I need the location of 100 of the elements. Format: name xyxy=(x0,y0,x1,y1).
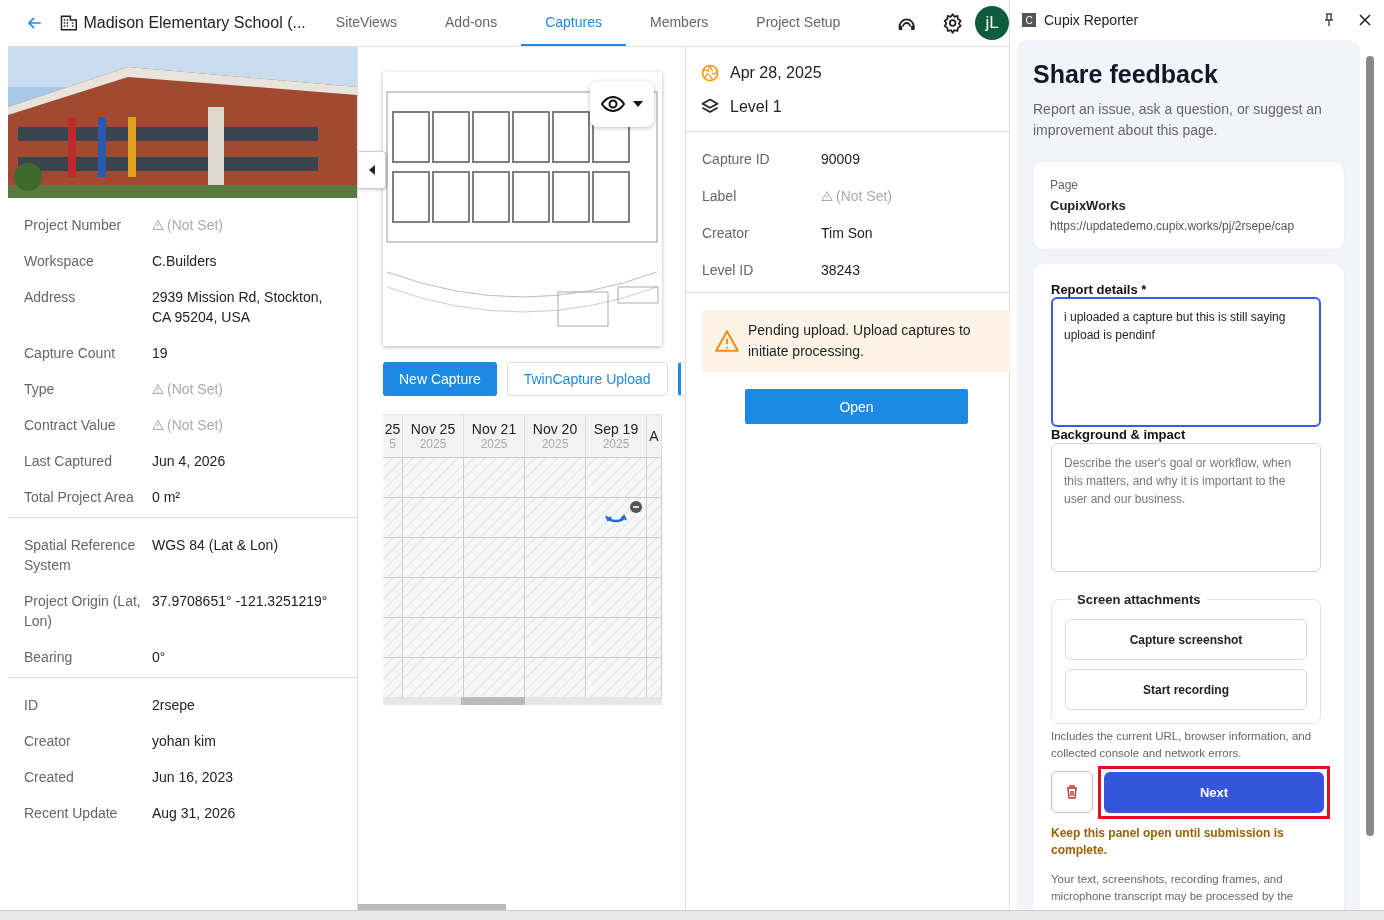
timeline-cell[interactable] xyxy=(464,537,525,577)
timeline-cell[interactable] xyxy=(586,457,647,497)
scrollbar[interactable] xyxy=(383,697,662,705)
timeline-cell[interactable] xyxy=(464,657,525,697)
timeline-cell[interactable] xyxy=(525,497,586,537)
report-details-field[interactable]: i uploaded a capture but this is still saying upload is pendinf xyxy=(1051,297,1321,427)
project-title: Madison Elementary School (... xyxy=(83,13,306,33)
field-label: Contract Value xyxy=(24,416,117,435)
timeline-cell[interactable] xyxy=(647,537,662,577)
date-column-header[interactable]: Nov 21 2025 xyxy=(464,414,525,457)
caret-icon xyxy=(368,165,375,175)
timeline-cell[interactable] xyxy=(586,537,647,577)
field-value: yohan kim xyxy=(152,732,217,751)
building-icon xyxy=(59,13,78,33)
open-button[interactable]: Open xyxy=(745,389,968,424)
capture-button[interactable]: TwinCapture Upload xyxy=(506,362,668,396)
timeline-cell[interactable] xyxy=(403,617,464,657)
field-value: 38243 xyxy=(821,261,861,280)
timeline-cell[interactable] xyxy=(464,457,525,497)
field-label: Type xyxy=(24,380,56,399)
field-label: Project Number xyxy=(24,216,123,235)
field-label: Level ID xyxy=(702,261,755,280)
caret-icon xyxy=(633,101,643,107)
timeline-cell[interactable] xyxy=(383,617,403,657)
field-label: Creator xyxy=(702,224,750,243)
scrollbar[interactable] xyxy=(358,904,506,910)
timeline-cell[interactable] xyxy=(383,657,403,697)
timeline-cell[interactable] xyxy=(383,497,403,537)
field-value: C.Builders xyxy=(152,252,218,271)
timeline-cell[interactable] xyxy=(525,537,586,577)
field-label: Creator xyxy=(24,732,72,751)
date-column-header[interactable]: 25 5 xyxy=(383,414,403,457)
nav-tab[interactable]: Add-ons xyxy=(421,0,522,46)
app-logo: C xyxy=(1022,13,1036,27)
help-text: Includes the current URL, browser information, and collected console and network errors. xyxy=(1051,729,1313,761)
timeline-cell[interactable] xyxy=(464,617,525,657)
field-value: (Not Set) xyxy=(167,380,223,399)
timeline-cell[interactable] xyxy=(647,577,662,617)
user-avatar[interactable]: jL xyxy=(975,6,1009,40)
timeline-cell[interactable] xyxy=(464,497,525,537)
warning-icon xyxy=(152,383,164,395)
timeline-cell[interactable] xyxy=(647,657,662,697)
nav-tab[interactable]: SiteViews xyxy=(311,0,421,46)
nav-tab[interactable]: Members xyxy=(626,0,733,46)
settings-icon[interactable] xyxy=(941,11,963,35)
aperture-icon xyxy=(700,63,720,83)
timeline-cell[interactable] xyxy=(403,657,464,697)
field-label: Last Captured xyxy=(24,452,113,471)
warning-icon xyxy=(714,328,740,354)
field-value: 0 m² xyxy=(152,488,181,507)
timeline-cell[interactable] xyxy=(383,577,403,617)
delete-button[interactable] xyxy=(1051,771,1093,813)
timeline-cell[interactable] xyxy=(525,457,586,497)
privacy-text: Your text, screenshots, recording frames, and microphone transcript may be processed by the xyxy=(1051,872,1295,904)
timeline-cell[interactable] xyxy=(403,577,464,617)
timeline-cell[interactable] xyxy=(403,497,464,537)
field-label: Report details * xyxy=(1051,282,1148,297)
field-value: (Not Set) xyxy=(167,416,223,435)
field-value: WGS 84 (Lat & Lon) xyxy=(152,536,280,555)
page-url: https://updatedemo.cupix.works/pj/2rsepe/cap xyxy=(1050,219,1296,233)
capture-button[interactable]: New Capture xyxy=(383,362,497,396)
next-button[interactable]: Next xyxy=(1104,771,1324,813)
date-column-header[interactable]: A xyxy=(647,414,662,457)
timeline-cell[interactable] xyxy=(403,457,464,497)
panel-heading: Share feedback xyxy=(1033,60,1219,89)
date-column-header[interactable]: Sep 19 2025 xyxy=(586,414,647,457)
timeline-cell[interactable] xyxy=(586,577,647,617)
date-column-header[interactable]: Nov 25 2025 xyxy=(403,414,464,457)
timeline-cell[interactable] xyxy=(647,497,662,537)
remove-icon[interactable] xyxy=(630,501,642,513)
page-name: CupixWorks xyxy=(1050,198,1127,213)
nav-tab[interactable]: Captures xyxy=(521,0,626,46)
nav-tab[interactable]: Project Setup xyxy=(732,0,865,46)
level-name: Level 1 xyxy=(730,98,782,116)
field-label: Created xyxy=(24,768,75,787)
date-column-header[interactable]: Nov 20 2025 xyxy=(525,414,586,457)
timeline-cell[interactable] xyxy=(403,537,464,577)
view-toggle-button[interactable] xyxy=(590,81,654,127)
close-icon[interactable] xyxy=(1358,13,1372,27)
pin-icon[interactable] xyxy=(1322,13,1336,27)
panel-title: Cupix Reporter xyxy=(1044,12,1140,28)
timeline-cell[interactable] xyxy=(647,617,662,657)
timeline-cell[interactable] xyxy=(586,497,647,537)
timeline-cell[interactable] xyxy=(525,657,586,697)
collapse-button[interactable] xyxy=(358,151,386,189)
field-value: Jun 16, 2023 xyxy=(152,768,234,787)
attachment-button[interactable]: Start recording xyxy=(1065,669,1307,710)
field-label: Spatial Reference System xyxy=(24,536,137,575)
attachment-button[interactable]: Capture screenshot xyxy=(1065,619,1307,660)
timeline-cell[interactable] xyxy=(586,657,647,697)
timeline-cell[interactable] xyxy=(464,577,525,617)
timeline-cell[interactable] xyxy=(525,577,586,617)
timeline-cell[interactable] xyxy=(525,617,586,657)
group-legend: Screen attachments xyxy=(1071,592,1207,607)
timeline-cell[interactable] xyxy=(383,457,403,497)
timeline-cell[interactable] xyxy=(383,537,403,577)
button[interactable] xyxy=(677,362,686,396)
timeline-cell[interactable] xyxy=(647,457,662,497)
background-field[interactable]: Describe the user's goal or workflow, when this matters, and why it is important to the user and our business. xyxy=(1051,443,1321,572)
timeline-cell[interactable] xyxy=(586,617,647,657)
